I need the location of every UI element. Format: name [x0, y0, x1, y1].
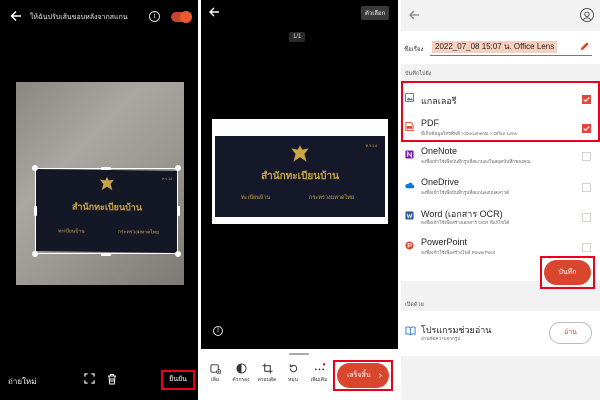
back-arrow-icon[interactable]: [408, 9, 420, 21]
tool-label: หมุน: [287, 377, 298, 383]
trash-icon[interactable]: [107, 373, 117, 385]
more-icon: [314, 363, 325, 371]
destination-name: OneNote: [421, 146, 458, 156]
destination-onedrive[interactable]: OneDrive ลงชื่อเข้าใช้เพื่อบันทึกรูปที่ส…: [401, 173, 600, 204]
read-button[interactable]: อ่าน: [549, 322, 592, 344]
destination-onenote[interactable]: OneNote ลงชื่อเข้าใช้เพื่อบันทึกรูปที่สแ…: [401, 142, 600, 173]
done-button[interactable]: เสร็จสิ้น ›: [337, 363, 389, 388]
add-button[interactable]: เพิ่ม: [203, 363, 227, 384]
card-line-left: ทะเบียนบ้าน: [241, 195, 271, 201]
word-checkbox[interactable]: [582, 213, 591, 222]
crop-corner-handle[interactable]: [32, 165, 38, 171]
crop-icon: [261, 363, 273, 374]
crop-frame[interactable]: [35, 168, 178, 254]
pencil-icon[interactable]: [579, 41, 590, 52]
confirm-button[interactable]: ยืนยัน: [161, 370, 195, 390]
capture-screen: ให้ฉันปรับเส้นขอบหลังจากสแกน i สำนักทะเบ…: [0, 0, 198, 400]
back-arrow-icon[interactable]: [9, 9, 23, 23]
capture-bottom-bar: ถ่ายใหม่ ยืนยัน: [0, 366, 198, 396]
footer-area: [401, 356, 600, 400]
crop-button[interactable]: ครอบตัด: [255, 363, 279, 384]
destination-name: OneDrive: [421, 177, 460, 187]
retake-button[interactable]: ถ่ายใหม่: [8, 375, 36, 388]
word-icon: [405, 211, 414, 220]
filter-icon: [235, 363, 247, 374]
done-label: เสร็จสิ้น: [347, 372, 371, 379]
crop-edge-handle[interactable]: [101, 253, 111, 256]
onenote-checkbox[interactable]: [582, 152, 591, 161]
back-arrow-icon[interactable]: [208, 6, 220, 18]
scanned-document: สำนักทะเบียนบ้าน ทะเบียนบ้าน กระทรวงมหาด…: [212, 119, 388, 224]
title-input[interactable]: 2022_07_08 15:07 น. Office Lens: [432, 41, 558, 53]
title-label: ชื่อเรื่อง: [404, 47, 424, 53]
filter-button[interactable]: ตัวกรอง: [229, 363, 253, 384]
alert-icon[interactable]: !: [213, 326, 223, 336]
chevron-right-icon: ›: [378, 370, 382, 381]
house-registration-book: สำนักทะเบียนบ้าน ทะเบียนบ้าน กระทรวงมหาด…: [215, 136, 385, 217]
onedrive-icon: [405, 182, 414, 189]
add-image-icon: [209, 364, 221, 374]
destination-subtitle: ลงชื่อเข้าใช้เพื่อสร้างไฟล์ PowerPoint: [421, 250, 496, 255]
auto-border-label: ให้ฉันปรับเส้นขอบหลังจากสแกน: [30, 14, 128, 21]
user-icon: [582, 11, 592, 21]
crop-edge-handle[interactable]: [177, 206, 180, 216]
card-title: สำนักทะเบียนบ้าน: [261, 171, 339, 182]
rotate-button[interactable]: หมุน: [281, 363, 305, 384]
powerpoint-checkbox[interactable]: [582, 243, 591, 252]
tool-label: เพิ่มเติม: [310, 377, 328, 383]
onenote-icon: [405, 150, 414, 159]
options-button[interactable]: ตัวเลือก: [361, 6, 390, 20]
save-button[interactable]: บันทึก: [544, 260, 591, 285]
crop-edge-handle[interactable]: [101, 167, 111, 170]
destination-word[interactable]: Word (เอกสาร OCR) ลงชื่อเข้าใช้เพื่อสร้า…: [401, 203, 600, 234]
tool-label: ครอบตัด: [257, 377, 277, 383]
open-with-heading: เปิดด้วย: [401, 299, 600, 311]
drag-handle[interactable]: [289, 353, 309, 355]
reader-subtitle: อ่านข้อความจากรูป: [421, 336, 461, 341]
title-row: ชื่อเรื่อง 2022_07_08 15:07 น. Office Le…: [401, 31, 600, 64]
rotate-icon: [289, 364, 297, 373]
immersive-reader-row[interactable]: โปรแกรมช่วยอ่าน อ่านข้อความจากรูป อ่าน: [401, 311, 600, 356]
destination-subtitle: ลงชื่อเข้าใช้เพื่อบันทึกรูปที่สแกนลงบนคล…: [421, 190, 510, 195]
destination-name: PowerPoint: [421, 237, 468, 247]
preview-screen: ตัวเลือก 1/1 สำนักทะเบียนบ้าน ทะเบียนบ้า…: [201, 0, 398, 400]
crop-corner-handle[interactable]: [175, 251, 181, 257]
powerpoint-icon: [405, 241, 414, 250]
crop-edge-handle[interactable]: [34, 206, 37, 216]
auto-border-toggle[interactable]: [171, 11, 192, 23]
tool-label: เพิ่ม: [210, 377, 220, 383]
crop-corner-handle[interactable]: [175, 165, 181, 171]
save-to-heading: บันทึกไปยัง: [401, 68, 600, 80]
card-number: ท.ร.14: [365, 143, 377, 148]
save-screen: ชื่อเรื่อง 2022_07_08 15:07 น. Office Le…: [401, 0, 600, 400]
tool-label: ตัวกรอง: [232, 377, 250, 383]
checked-destinations-highlight: [401, 81, 600, 142]
save-header: [401, 0, 600, 31]
card-line-right: กระทรวงมหาดไทย: [309, 195, 355, 201]
onedrive-checkbox[interactable]: [582, 183, 591, 192]
reader-name: โปรแกรมช่วยอ่าน: [421, 325, 492, 335]
expand-icon[interactable]: [84, 373, 95, 384]
capture-top-bar: ให้ฉันปรับเส้นขอบหลังจากสแกน i: [0, 0, 198, 34]
destination-subtitle: ลงชื่อเข้าใช้เพื่อบันทึกรูปที่สแกนลงในสม…: [421, 159, 531, 164]
title-underline: [430, 55, 592, 56]
destination-subtitle: ลงชื่อเข้าใช้เพื่อสร้างเอกสาร OCR ที่แก้…: [421, 220, 510, 225]
book-icon: [405, 326, 416, 336]
crop-corner-handle[interactable]: [32, 251, 38, 257]
avatar[interactable]: [580, 8, 594, 22]
garuda-emblem-icon: [291, 145, 309, 162]
page-counter: 1/1: [289, 32, 306, 42]
destination-name: Word (เอกสาร OCR): [421, 209, 503, 219]
info-icon[interactable]: i: [149, 11, 160, 22]
more-button[interactable]: เพิ่มเติม: [307, 363, 331, 384]
